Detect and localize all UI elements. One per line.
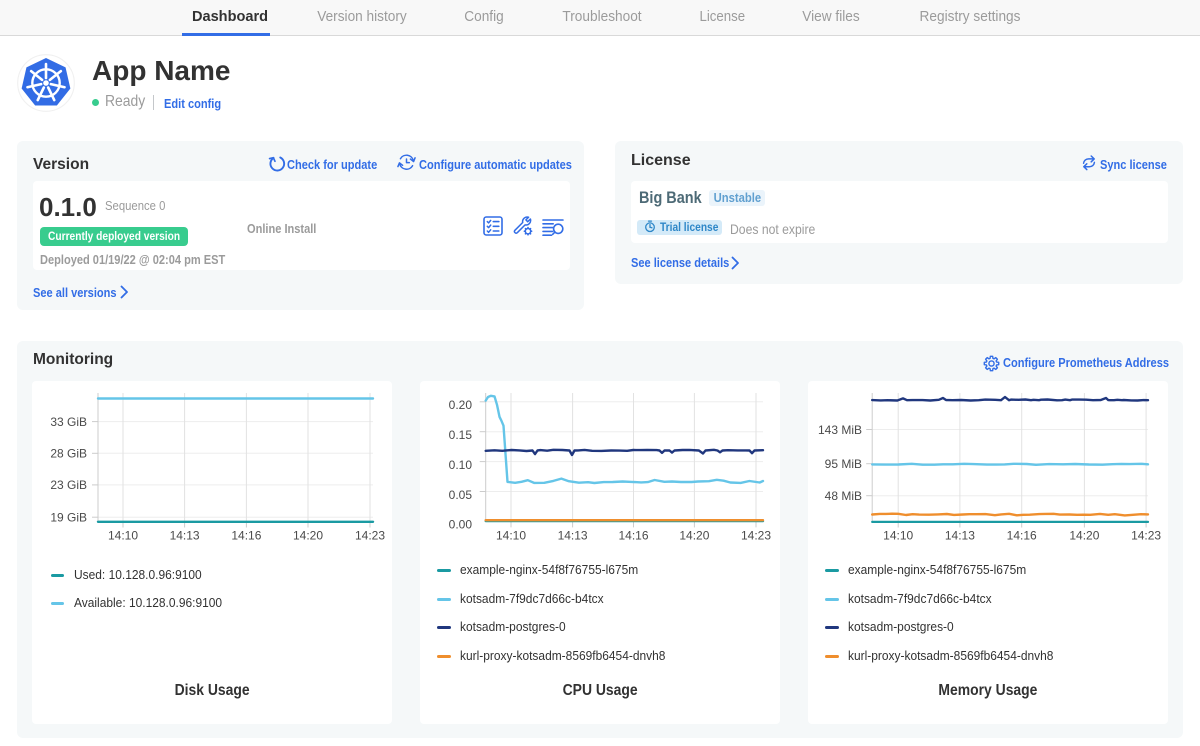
svg-text:0.15: 0.15 — [449, 428, 473, 442]
svg-text:28 GiB: 28 GiB — [50, 447, 87, 461]
svg-text:14:20: 14:20 — [679, 529, 709, 543]
svg-text:0.20: 0.20 — [449, 398, 473, 412]
svg-text:14:20: 14:20 — [293, 529, 323, 543]
svg-text:0.10: 0.10 — [449, 458, 473, 472]
svg-text:14:16: 14:16 — [618, 529, 648, 543]
svg-text:14:10: 14:10 — [883, 529, 913, 543]
svg-text:14:23: 14:23 — [355, 529, 385, 543]
svg-text:14:10: 14:10 — [108, 529, 138, 543]
svg-text:0.00: 0.00 — [449, 518, 473, 532]
svg-text:14:23: 14:23 — [1131, 529, 1161, 543]
svg-text:143 MiB: 143 MiB — [818, 423, 862, 437]
svg-text:14:20: 14:20 — [1069, 529, 1099, 543]
svg-text:48 MiB: 48 MiB — [825, 489, 862, 503]
svg-text:14:13: 14:13 — [558, 529, 588, 543]
svg-text:33 GiB: 33 GiB — [50, 415, 87, 429]
svg-text:14:16: 14:16 — [1007, 529, 1037, 543]
svg-text:19 GiB: 19 GiB — [50, 511, 87, 525]
svg-text:0.05: 0.05 — [449, 488, 473, 502]
svg-text:95 MiB: 95 MiB — [825, 457, 862, 471]
svg-text:14:13: 14:13 — [945, 529, 975, 543]
svg-text:23 GiB: 23 GiB — [50, 478, 87, 492]
svg-text:14:16: 14:16 — [231, 529, 261, 543]
svg-text:14:23: 14:23 — [741, 529, 771, 543]
svg-text:14:10: 14:10 — [496, 529, 526, 543]
svg-text:14:13: 14:13 — [170, 529, 200, 543]
